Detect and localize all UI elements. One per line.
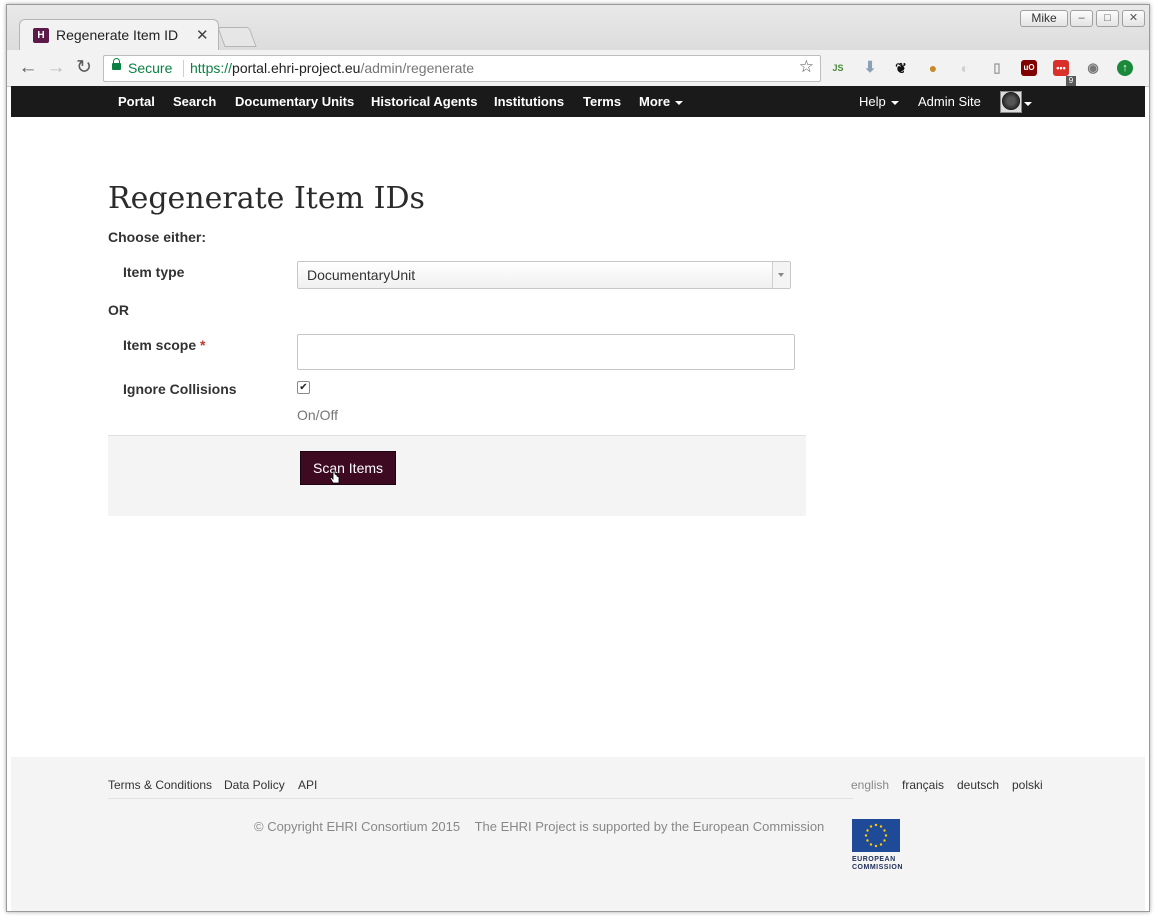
address-bar[interactable]: Secure https://portal.ehri-project.eu/ad… (103, 55, 821, 82)
chevron-down-icon (890, 100, 899, 105)
chevron-down-icon (1024, 101, 1032, 106)
secure-label: Secure (128, 60, 173, 76)
footer-copyright: © Copyright EHRI Consortium 2015 The EHR… (254, 819, 824, 834)
footer-api-link[interactable]: API (298, 778, 317, 792)
support-text: The EHRI Project is supported by the Eur… (474, 819, 825, 834)
nav-portal[interactable]: Portal (118, 94, 155, 109)
url-host: portal.ehri-project.eu (232, 60, 361, 76)
tab-title: Regenerate Item ID (56, 27, 179, 43)
nav-institutions[interactable]: Institutions (494, 94, 564, 109)
eu-logo-text: EUROPEAN COMMISSION (852, 856, 903, 871)
bookmark-star-icon[interactable]: ☆ (799, 57, 814, 77)
item-scope-input[interactable] (297, 334, 795, 370)
browser-toolbar: ← → ↻ Secure https://portal.ehri-project… (7, 50, 1149, 87)
eu-flag-icon (852, 819, 900, 852)
todoist-extension-icon[interactable]: ••• (1053, 60, 1069, 76)
nav-help-label: Help (859, 94, 886, 109)
page-footer: Terms & Conditions Data Policy API engli… (11, 757, 1145, 911)
profile-button[interactable]: Mike (1020, 10, 1068, 27)
ignore-collisions-help: On/Off (297, 407, 338, 423)
footer-divider (108, 798, 853, 799)
user-menu-toggle[interactable] (1019, 95, 1032, 110)
nav-more-label: More (639, 94, 671, 109)
browser-tab[interactable]: H Regenerate Item ID ✕ (19, 19, 219, 51)
forward-icon[interactable]: → (45, 57, 67, 79)
upload-extension-icon[interactable]: ↑ (1117, 60, 1133, 76)
select-arrow-icon (772, 262, 790, 288)
form-actions: Scan Items (108, 435, 806, 516)
nav-admin-site[interactable]: Admin Site (918, 94, 981, 109)
item-type-label: Item type (123, 264, 185, 280)
nav-more-dropdown[interactable]: More (639, 94, 684, 109)
page-extension-icon[interactable]: ▯ (989, 60, 1005, 76)
site-navbar: Portal Search Documentary Units Historic… (11, 86, 1145, 117)
hand-cursor-icon (330, 470, 340, 484)
lang-polski[interactable]: polski (1012, 778, 1043, 792)
lang-english[interactable]: english (851, 778, 889, 792)
item-type-select[interactable]: DocumentaryUnit (297, 261, 791, 289)
url-separator (183, 60, 184, 77)
item-scope-label-wrap: Item scope * (123, 337, 205, 353)
extension-badge: 9 (1066, 76, 1076, 86)
required-marker: * (200, 337, 206, 353)
copyright-text: © Copyright EHRI Consortium 2015 (254, 819, 461, 834)
browser-window: H Regenerate Item ID ✕ Mike – □ ✕ ← → ↻ … (6, 4, 1150, 912)
url-path: /admin/regenerate (360, 60, 475, 76)
cookie-extension-icon[interactable]: ● (925, 60, 941, 76)
javascript-extension-icon[interactable]: JS (830, 60, 846, 76)
maximize-icon[interactable]: □ (1096, 10, 1119, 27)
nav-documentary-units[interactable]: Documentary Units (235, 94, 354, 109)
item-scope-label: Item scope (123, 337, 197, 353)
url-scheme: https:// (190, 60, 233, 76)
nav-help-dropdown[interactable]: Help (859, 94, 899, 109)
nav-historical-agents[interactable]: Historical Agents (371, 94, 477, 109)
page-title: Regenerate Item IDs (108, 181, 425, 216)
new-tab-button[interactable] (217, 27, 257, 47)
chevron-down-icon (675, 100, 684, 105)
footer-data-policy-link[interactable]: Data Policy (224, 778, 285, 792)
item-type-value: DocumentaryUnit (307, 267, 416, 283)
footer-terms-link[interactable]: Terms & Conditions (108, 778, 212, 792)
lang-deutsch[interactable]: deutsch (957, 778, 999, 792)
lock-icon (112, 58, 121, 70)
reload-icon[interactable]: ↻ (73, 57, 95, 79)
tab-strip: H Regenerate Item ID ✕ Mike – □ ✕ (7, 5, 1149, 51)
tab-close-icon[interactable]: ✕ (196, 26, 209, 44)
ublock-extension-icon[interactable]: uO (1021, 60, 1037, 76)
url-text: https://portal.ehri-project.eu/admin/reg… (190, 60, 474, 76)
download-extension-icon[interactable]: ⬇ (862, 60, 878, 76)
close-window-icon[interactable]: ✕ (1122, 10, 1145, 27)
minimize-icon[interactable]: – (1070, 10, 1093, 27)
gnome-extension-icon[interactable]: ❦ (893, 60, 909, 76)
choose-either-label: Choose either: (108, 229, 207, 245)
refresh-extension-icon[interactable]: ◐ (957, 60, 973, 76)
ignore-collisions-label: Ignore Collisions (123, 381, 237, 397)
ignore-collisions-checkbox[interactable]: ✔ (297, 381, 310, 394)
nav-search[interactable]: Search (173, 94, 216, 109)
camera-extension-icon[interactable]: ◉ (1085, 60, 1101, 76)
lang-francais[interactable]: français (902, 778, 944, 792)
ehri-favicon-icon: H (33, 28, 49, 43)
back-icon[interactable]: ← (17, 57, 39, 79)
or-label: OR (108, 302, 129, 318)
nav-terms[interactable]: Terms (583, 94, 621, 109)
scan-items-button[interactable]: Scan Items (300, 451, 396, 485)
